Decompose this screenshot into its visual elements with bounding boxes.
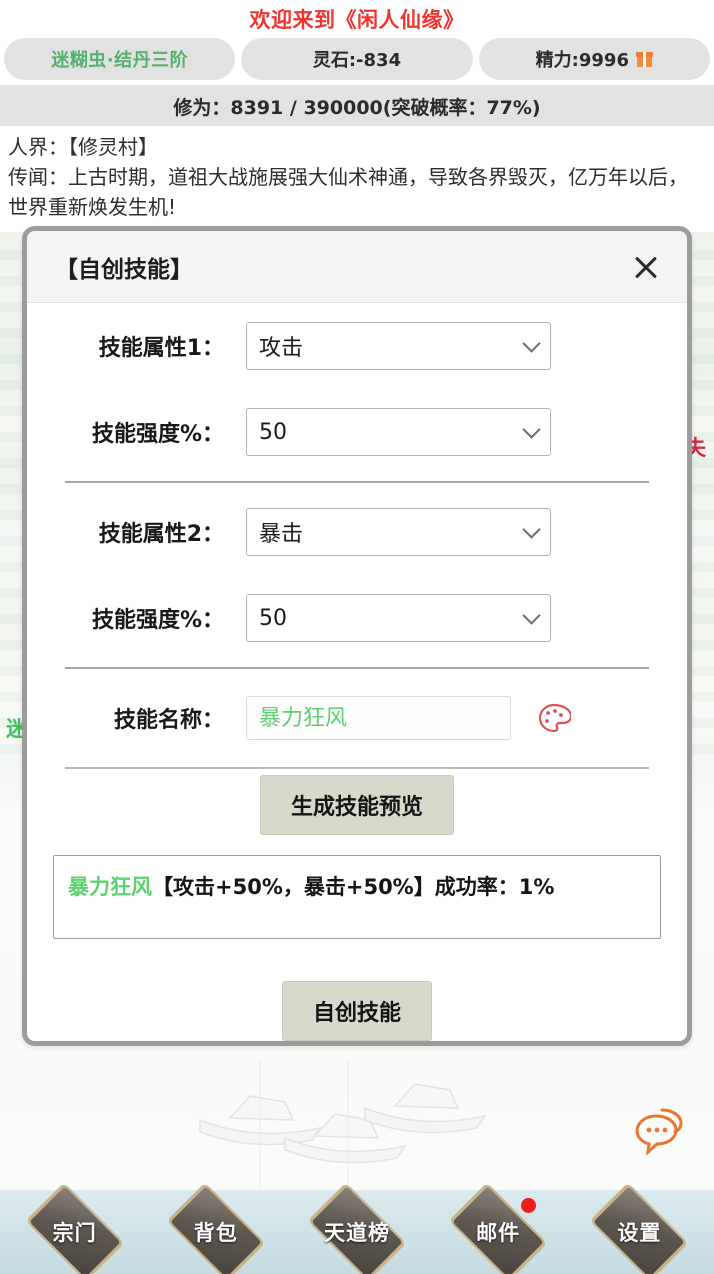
nav-item-backpack-label: 背包 — [193, 1221, 238, 1245]
chat-bubble-icon[interactable] — [632, 1104, 688, 1160]
chevron-down-icon — [522, 606, 541, 625]
story-lore: 传闻：上古时期，道祖大战施展强大仙术神通，导致各界毁灭，亿万年以后，世界重新焕发… — [8, 165, 688, 219]
status-chip-rank[interactable]: 迷糊虫·结丹三阶 — [4, 38, 236, 80]
nav-item-mail-label: 邮件 — [476, 1221, 521, 1245]
status-chip-spirit-stone-label: 灵石:-834 — [312, 50, 402, 71]
game-screen: 迷 失 欢迎来到《闲人仙缘》 迷糊虫·结丹三阶 灵石:-834 精力:9996 … — [0, 0, 714, 1274]
create-skill-button[interactable]: 自创技能 — [281, 981, 432, 1041]
status-chip-energy-label: 精力:9996 — [535, 50, 629, 71]
gift-icon — [635, 51, 653, 67]
skill-name-input[interactable] — [246, 696, 511, 740]
preview-skill-detail: 【攻击+50%，暴击+50%】成功率：1% — [152, 875, 555, 899]
nav-item-sect[interactable]: 宗门 — [11, 1182, 139, 1274]
status-chip-rank-label: 迷糊虫·结丹三阶 — [51, 50, 189, 71]
story-location: 人界：【修灵村】 — [8, 135, 158, 159]
form-row-skill-name: 技能名称： — [51, 675, 663, 761]
label-skill-name: 技能名称： — [113, 708, 224, 733]
select-skill-power-1-value: 50 — [259, 419, 287, 445]
nav-item-backpack[interactable]: 背包 — [152, 1182, 280, 1274]
nav-item-mail-badge — [521, 1198, 537, 1213]
close-icon[interactable] — [629, 250, 663, 284]
cultivation-progress: 修为：8391 / 390000(突破概率：77%) — [0, 85, 714, 126]
form-row-skill-power-1: 技能强度%： 50 — [51, 389, 663, 475]
skill-preview-box: 暴力狂风【攻击+50%，暴击+50%】成功率：1% — [53, 855, 661, 939]
select-skill-power-2-value: 50 — [259, 605, 287, 631]
chevron-down-icon — [522, 520, 541, 539]
divider-1 — [65, 481, 649, 483]
status-chips: 迷糊虫·结丹三阶 灵石:-834 精力:9996 — [0, 38, 714, 80]
select-skill-attribute-2[interactable]: 暴击 — [246, 508, 551, 556]
top-bar: 欢迎来到《闲人仙缘》 迷糊虫·结丹三阶 灵石:-834 精力:9996 修为：8… — [0, 0, 714, 232]
status-chip-spirit-stone[interactable]: 灵石:-834 — [241, 38, 473, 80]
nav-item-settings-label: 设置 — [617, 1221, 662, 1245]
nav-item-ranking-label: 天道榜 — [323, 1221, 390, 1245]
nav-item-sect-label: 宗门 — [52, 1221, 97, 1245]
create-skill-dialog: 【自创技能】 技能属性1： 攻击 技能强度%： 50 技能属性2： 暴击 技能强… — [22, 226, 692, 1046]
select-skill-power-2[interactable]: 50 — [246, 594, 551, 642]
select-skill-attribute-1-value: 攻击 — [259, 336, 304, 361]
select-skill-attribute-2-value: 暴击 — [259, 522, 304, 547]
nav-item-ranking[interactable]: 天道榜 — [293, 1182, 421, 1274]
label-skill-power-2: 技能强度%： — [91, 608, 224, 633]
form-row-skill-attribute-1: 技能属性1： 攻击 — [51, 303, 663, 389]
background-boats-illustration — [199, 1060, 487, 1200]
dialog-title: 【自创技能】 — [55, 256, 193, 283]
select-skill-attribute-1[interactable]: 攻击 — [246, 322, 551, 370]
label-skill-attribute-1: 技能属性1： — [98, 336, 224, 361]
divider-2 — [65, 667, 649, 669]
dialog-body: 技能属性1： 攻击 技能强度%： 50 技能属性2： 暴击 技能强度%： 50 … — [27, 303, 687, 1041]
nav-item-settings[interactable]: 设置 — [575, 1182, 703, 1274]
palette-icon[interactable] — [537, 703, 571, 733]
generate-preview-button[interactable]: 生成技能预览 — [259, 775, 454, 835]
dialog-header: 【自创技能】 — [27, 231, 687, 303]
form-row-skill-attribute-2: 技能属性2： 暴击 — [51, 489, 663, 575]
story-panel: 人界：【修灵村】 传闻：上古时期，道祖大战施展强大仙术神通，导致各界毁灭，亿万年… — [0, 126, 714, 232]
status-chip-energy[interactable]: 精力:9996 — [478, 38, 710, 80]
divider-3 — [65, 767, 649, 769]
nav-item-mail[interactable]: 邮件 — [434, 1182, 562, 1274]
form-row-skill-power-2: 技能强度%： 50 — [51, 575, 663, 661]
preview-skill-name: 暴力狂风 — [68, 875, 152, 899]
chevron-down-icon — [522, 334, 541, 353]
welcome-title: 欢迎来到《闲人仙缘》 — [249, 8, 465, 32]
chevron-down-icon — [522, 420, 541, 439]
label-skill-power-1: 技能强度%： — [91, 422, 224, 447]
select-skill-power-1[interactable]: 50 — [246, 408, 551, 456]
label-skill-attribute-2: 技能属性2： — [98, 522, 224, 547]
bottom-navigation: 宗门 背包 天道榜 邮件 设置 — [0, 1182, 714, 1274]
